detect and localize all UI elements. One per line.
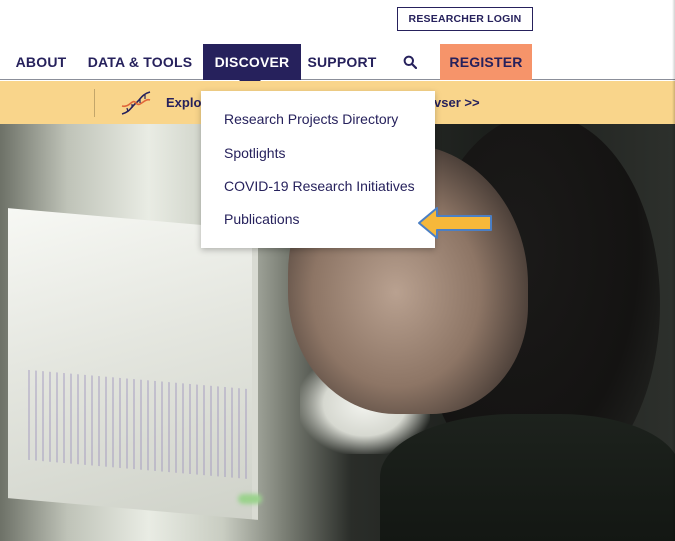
person-shoulders: [380, 414, 675, 541]
monitor-screen: [8, 208, 258, 520]
nav-item-about[interactable]: ABOUT: [10, 44, 72, 80]
nav-item-discover[interactable]: DISCOVER: [203, 44, 301, 80]
main-nav: ABOUT DATA & TOOLS DISCOVER SUPPORT REGI…: [0, 44, 675, 80]
search-icon: [403, 55, 417, 69]
register-button[interactable]: REGISTER: [440, 44, 532, 80]
banner-text-end[interactable]: vser >>: [434, 81, 480, 124]
banner-divider: [94, 89, 95, 117]
nav-item-data-tools[interactable]: DATA & TOOLS: [84, 44, 196, 80]
monitor-chart-graphic: [28, 369, 248, 480]
search-button[interactable]: [395, 44, 425, 80]
dna-icon: [121, 91, 151, 115]
discover-dropdown-menu: Research Projects Directory Spotlights C…: [201, 91, 435, 248]
menu-item-spotlights[interactable]: Spotlights: [224, 143, 285, 163]
menu-item-publications[interactable]: Publications: [224, 209, 300, 229]
nav-item-support[interactable]: SUPPORT: [303, 44, 381, 80]
page: RESEARCHER LOGIN ABOUT DATA & TOOLS DISC…: [0, 0, 675, 541]
menu-item-research-projects-directory[interactable]: Research Projects Directory: [224, 109, 398, 129]
menu-item-covid-19-research-initiatives[interactable]: COVID-19 Research Initiatives: [224, 176, 415, 196]
researcher-login-button[interactable]: RESEARCHER LOGIN: [397, 7, 533, 31]
arrow-left-icon: [418, 207, 492, 239]
banner-text-start[interactable]: Explo: [166, 81, 201, 124]
indicator-light: [238, 494, 262, 504]
